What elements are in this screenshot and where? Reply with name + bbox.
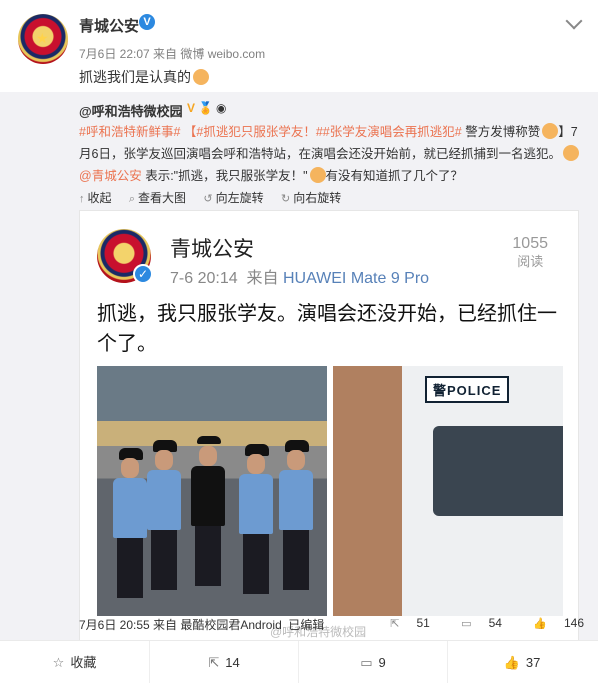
post-meta: 7月6日 22:07 来自 微博 weibo.com (79, 47, 266, 61)
photo-arrest (97, 366, 327, 616)
image-source-prefix: 来自 (246, 270, 279, 287)
member-icon: ◉ (215, 101, 227, 115)
badge-icon: 🏅 (198, 101, 213, 115)
post-header: ★ 青城公安 V 7月6日 22:07 来自 微博 weibo.com 抓逃我们… (0, 0, 598, 92)
topic-link[interactable]: 【#抓逃犯只服张学友！# (184, 125, 323, 139)
police-sign: 警POLICE (425, 376, 510, 403)
rotate-left-button[interactable]: ↺ 向左旋转 (203, 191, 263, 205)
edited-label[interactable]: 已编辑 (288, 618, 324, 632)
collapse-icon: ↑ (79, 193, 85, 205)
orange-v-icon: V (187, 101, 196, 115)
police-officer (111, 448, 149, 598)
comment-icon: ▭ (461, 618, 472, 630)
suspect (189, 436, 227, 586)
post-image[interactable]: ✓ 青城公安 7-6 20:14 来自 HUAWEI Mate 9 Pro 10… (79, 210, 579, 683)
police-emblem-icon: ★ (36, 30, 49, 46)
image-text: 抓逃，我只服张学友。演唱会还没开始，已经抓住一个了。 (97, 303, 557, 355)
post-username[interactable]: 青城公安 (79, 15, 139, 36)
verified-icon: ✓ (133, 264, 153, 284)
views-count: 1055 (512, 235, 548, 252)
emoji-icon (309, 167, 326, 183)
like-button[interactable]: 👍 37 (447, 641, 596, 683)
repost-count: 51 (416, 616, 430, 630)
view-large-label: 查看大图 (138, 191, 187, 205)
star-icon: ☆ (52, 655, 65, 670)
rotate-right-icon: ↻ (280, 193, 291, 205)
view-large-button[interactable]: ⌕ 查看大图 (129, 191, 186, 205)
like-count: 146 (563, 616, 584, 630)
repost-meta: 7月6日 20:55 来自 最酷校园君Android (79, 618, 282, 632)
avatar[interactable]: ★ (18, 14, 68, 64)
repost-text-segment: 警方发博称赞 (465, 125, 541, 139)
like-label: 37 (525, 655, 541, 670)
van-window (433, 426, 563, 516)
rotate-left-icon: ↺ (203, 193, 213, 205)
verified-icon: V (139, 14, 155, 30)
image-views: 1055 阅读 (512, 235, 548, 271)
collapse-button[interactable]: ↑ 收起 (79, 191, 112, 205)
collapse-label: 收起 (87, 191, 112, 205)
repost-stats: ⇱ 51 ▭ 54 👍 146 (362, 616, 584, 630)
photo-police-van: 警POLICE (333, 366, 563, 616)
comment-count: 54 (488, 616, 502, 630)
image-time: 7-6 20:14 (170, 270, 238, 287)
action-bar: ☆ 收藏 ⇱ 14 ▭ 9 👍 37 (0, 640, 598, 683)
repost-like-button[interactable]: 👍 146 (519, 616, 584, 630)
rotate-left-label: 向左旋转 (215, 191, 264, 205)
repost-text-segment: 有没有知道抓了几个了？ (325, 169, 464, 183)
comment-icon: ▭ (360, 655, 373, 670)
thumbs-up-icon: 👍 (503, 655, 520, 670)
repost-button[interactable]: ⇱ 14 (149, 641, 298, 683)
comment-label: 9 (378, 655, 386, 670)
thumbs-up-icon: 👍 (533, 618, 547, 630)
police-officer (237, 444, 275, 594)
rotate-right-button[interactable]: ↻ 向右旋转 (281, 191, 341, 205)
repost-username[interactable]: @呼和浩特微校园 (79, 101, 183, 120)
image-meta: 7-6 20:14 来自 HUAWEI Mate 9 Pro (170, 264, 429, 288)
magnify-icon: ⌕ (128, 193, 136, 205)
repost-badges: V 🏅 ◉ (187, 101, 229, 115)
topic-link[interactable]: #呼和浩特新鲜事# (79, 125, 180, 139)
share-icon: ⇱ (390, 618, 400, 630)
emoji-icon (542, 123, 559, 139)
mention-link[interactable]: @青城公安 (79, 169, 142, 183)
chevron-down-icon[interactable] (565, 12, 583, 30)
rotate-right-label: 向右旋转 (293, 191, 342, 205)
image-username: 青城公安 (170, 238, 254, 261)
emoji-icon (562, 145, 579, 161)
repost-card: @呼和浩特微校园 V 🏅 ◉ #呼和浩特新鲜事# 【#抓逃犯只服张学友！##张学友演… (0, 92, 598, 683)
post-text: 抓逃我们是认真的 (79, 67, 209, 87)
favorite-label: 收藏 (70, 655, 97, 670)
repost-text: #呼和浩特新鲜事# 【#抓逃犯只服张学友！##张学友演唱会再抓逃犯# 警方发博称… (79, 121, 584, 187)
views-label: 阅读 (517, 254, 544, 269)
police-officer (277, 440, 315, 590)
share-icon: ⇱ (208, 655, 220, 670)
repost-comment-button[interactable]: ▭ 54 (447, 616, 502, 630)
post-text-content: 抓逃我们是认真的 (79, 69, 191, 85)
emoji-icon (193, 69, 209, 85)
repost-label: 14 (225, 655, 240, 670)
image-device: HUAWEI Mate 9 Pro (282, 270, 430, 287)
police-officer (145, 440, 183, 590)
comment-button[interactable]: ▭ 9 (298, 641, 447, 683)
topic-link[interactable]: #张学友演唱会再抓逃犯# (323, 125, 462, 139)
image-toolbar: ↑ 收起 ⌕ 查看大图 ↺ 向左旋转 ↻ 向右旋转 (79, 189, 355, 206)
repost-text-segment: 表示:"抓逃，我只服张学友！" (145, 169, 308, 183)
favorite-button[interactable]: ☆ 收藏 (0, 641, 149, 683)
repost-repost-button[interactable]: ⇱ 51 (376, 616, 430, 630)
